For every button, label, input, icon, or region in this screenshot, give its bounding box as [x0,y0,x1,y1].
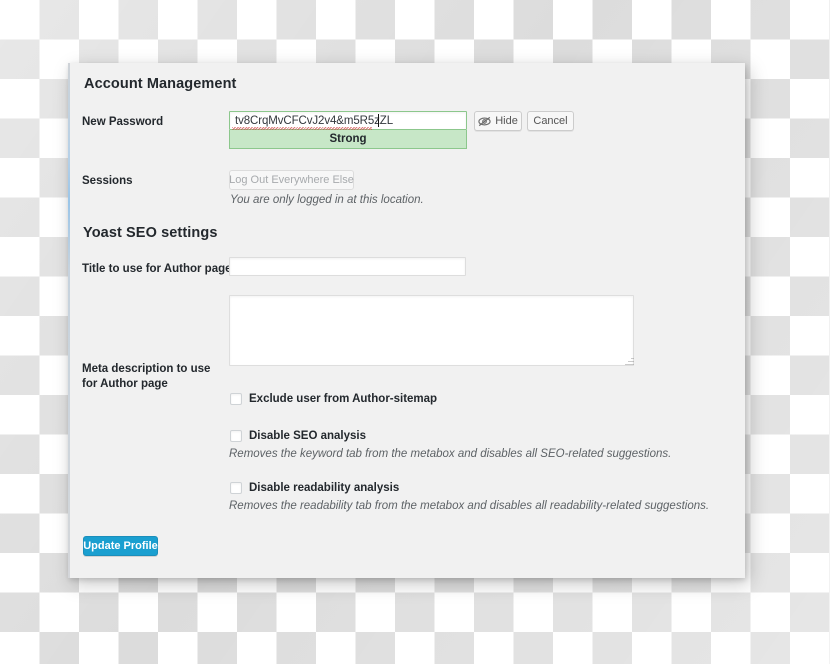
checkbox-exclude-from-sitemap[interactable] [230,393,242,405]
profile-form: Account Management New Password Strong H… [68,63,745,578]
update-profile-button-label: Update Profile [83,540,158,552]
sessions-description: You are only logged in at this location. [230,193,424,207]
checkbox-exclude-from-sitemap-label[interactable]: Exclude user from Author-sitemap [249,393,437,406]
cancel-password-button-label: Cancel [533,116,567,127]
checkbox-disable-seo-analysis-label[interactable]: Disable SEO analysis [249,430,366,443]
checkbox-disable-readability-analysis-label[interactable]: Disable readability analysis [249,482,399,495]
checkbox-disable-readability-analysis[interactable] [230,482,242,494]
log-out-everywhere-button-label: Log Out Everywhere Else [229,175,354,186]
account-management-heading: Account Management [84,76,236,92]
cancel-password-button[interactable]: Cancel [527,111,574,131]
new-password-label: New Password [82,115,232,130]
eye-slash-icon [478,116,491,127]
text-caret [378,114,379,127]
author-title-label: Title to use for Author page [82,262,242,277]
screenshot-card: Account Management New Password Strong H… [68,63,745,578]
author-meta-description-textarea[interactable] [229,295,634,366]
author-meta-description-label: Meta description to use for Author page [82,362,222,392]
update-profile-button[interactable]: Update Profile [83,536,158,556]
password-strength-indicator: Strong [229,130,467,149]
disable-seo-analysis-description: Removes the keyword tab from the metabox… [229,447,671,461]
sessions-label: Sessions [82,174,232,189]
hide-password-button-label: Hide [495,116,518,127]
checkbox-disable-seo-analysis[interactable] [230,430,242,442]
log-out-everywhere-button[interactable]: Log Out Everywhere Else [229,170,354,190]
disable-readability-analysis-description: Removes the readability tab from the met… [229,499,709,513]
author-title-input[interactable] [229,257,466,276]
hide-password-button[interactable]: Hide [474,111,522,131]
yoast-seo-heading: Yoast SEO settings [83,225,217,241]
